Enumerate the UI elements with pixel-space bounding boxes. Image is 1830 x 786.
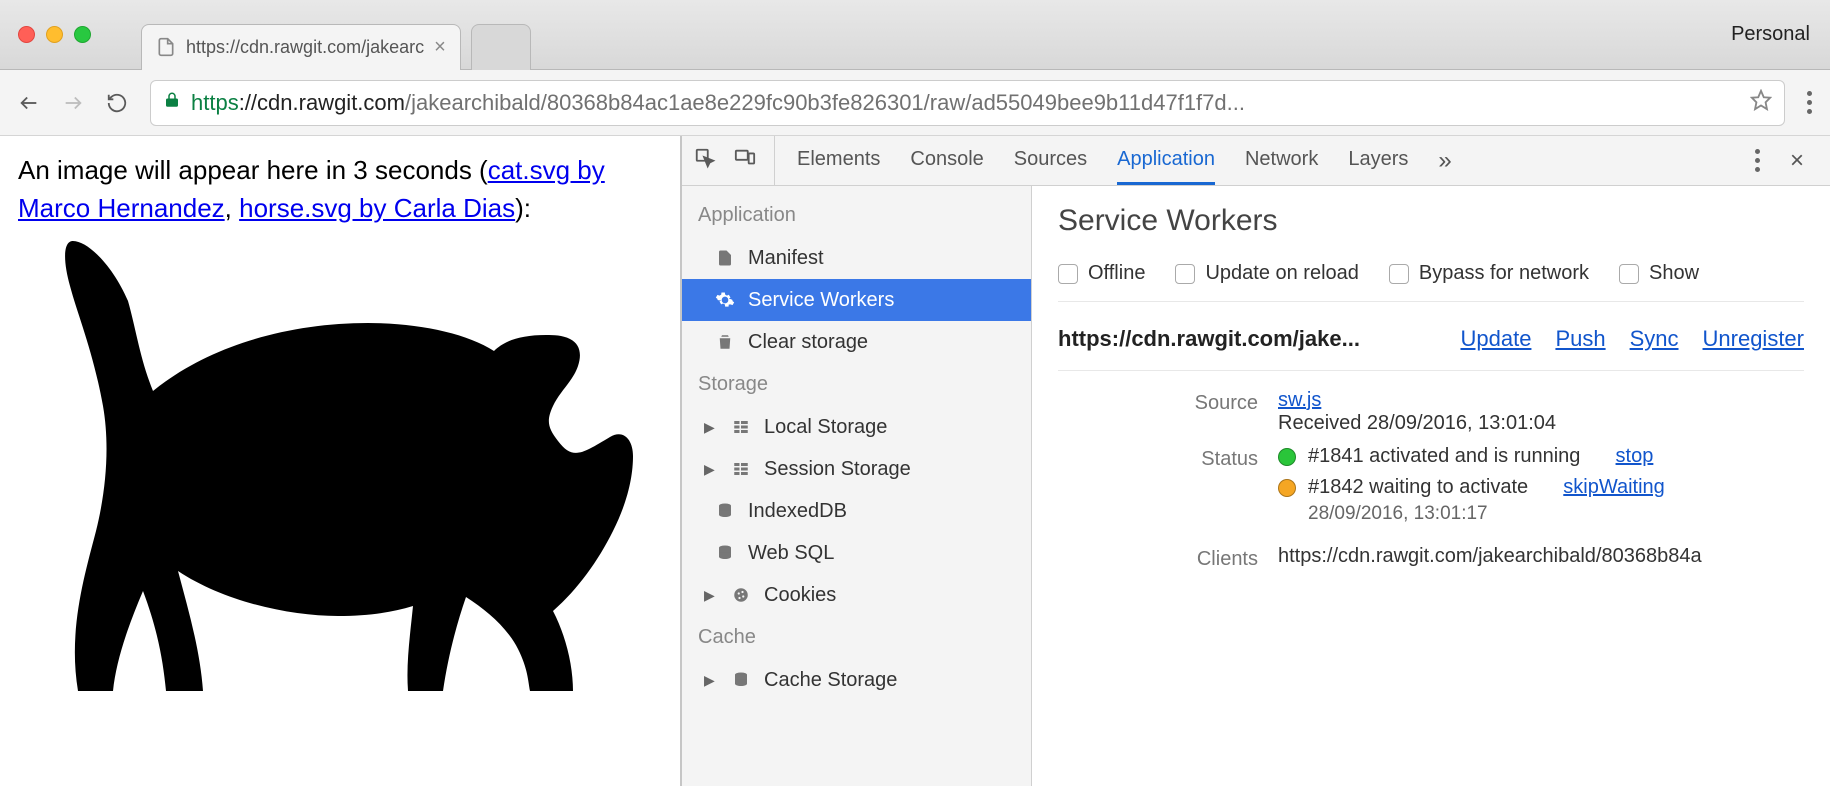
tab-sources[interactable]: Sources	[1014, 136, 1087, 185]
database-icon	[714, 544, 736, 562]
source-received: Received 28/09/2016, 13:01:04	[1278, 412, 1556, 434]
address-bar[interactable]: https://cdn.rawgit.com/jakearchibald/803…	[150, 80, 1785, 126]
sidebar-item-service-workers[interactable]: Service Workers	[682, 279, 1031, 321]
service-workers-panel: Service Workers Offline Update on reload…	[1032, 186, 1830, 786]
bypass-for-network-checkbox[interactable]: Bypass for network	[1389, 262, 1589, 285]
database-icon	[714, 502, 736, 520]
source-label: Source	[1058, 389, 1258, 415]
devtools-menu-button[interactable]	[1755, 149, 1760, 172]
manifest-icon	[714, 249, 736, 267]
page-content: An image will appear here in 3 seconds (…	[0, 136, 680, 786]
sidebar-item-websql[interactable]: Web SQL	[682, 532, 1031, 574]
sw-actions: Update Push Sync Unregister	[1460, 326, 1804, 352]
gear-icon	[714, 290, 736, 310]
chevron-right-icon: ▶	[704, 419, 718, 436]
intro-text: An image will appear here in 3 seconds (	[18, 155, 488, 185]
devtools-tabs: Elements Console Sources Application Net…	[775, 136, 1741, 185]
window-titlebar: https://cdn.rawgit.com/jakearc × Persona…	[0, 0, 1830, 70]
update-on-reload-checkbox[interactable]: Update on reload	[1175, 262, 1358, 285]
update-link[interactable]: Update	[1460, 326, 1531, 352]
sidebar-item-local-storage[interactable]: ▶ Local Storage	[682, 406, 1031, 448]
browser-toolbar: https://cdn.rawgit.com/jakearchibald/803…	[0, 70, 1830, 136]
sidebar-section-application: Application	[682, 194, 1031, 237]
sidebar-section-cache: Cache	[682, 616, 1031, 659]
offline-checkbox[interactable]: Offline	[1058, 262, 1145, 285]
back-button[interactable]	[18, 92, 40, 114]
tab-application[interactable]: Application	[1117, 136, 1215, 185]
tabs-overflow-icon[interactable]: »	[1438, 147, 1451, 175]
devtools-body: Application Manifest Service Workers Cle…	[682, 186, 1830, 786]
sidebar-item-cookies[interactable]: ▶ Cookies	[682, 574, 1031, 616]
maximize-window-button[interactable]	[74, 26, 91, 43]
close-window-button[interactable]	[18, 26, 35, 43]
sidebar-item-indexeddb[interactable]: IndexedDB	[682, 490, 1031, 532]
tab-console[interactable]: Console	[910, 136, 983, 185]
browser-menu-button[interactable]	[1807, 91, 1812, 114]
skipwaiting-link[interactable]: skipWaiting	[1563, 476, 1665, 499]
cat-image	[18, 231, 638, 731]
chevron-right-icon: ▶	[704, 461, 718, 478]
sidebar-item-manifest[interactable]: Manifest	[682, 237, 1031, 279]
new-tab-button[interactable]	[471, 24, 531, 70]
status-line-waiting: #1842 waiting to activate skipWaiting	[1278, 476, 1804, 499]
push-link[interactable]: Push	[1555, 326, 1605, 352]
main-area: An image will appear here in 3 seconds (…	[0, 136, 1830, 786]
inspect-element-icon[interactable]	[694, 147, 716, 174]
source-link[interactable]: sw.js	[1278, 389, 1321, 411]
sidebar-section-storage: Storage	[682, 363, 1031, 406]
tab-title: https://cdn.rawgit.com/jakearc	[186, 37, 424, 58]
sw-scope: https://cdn.rawgit.com/jake...	[1058, 326, 1460, 352]
clients-value: https://cdn.rawgit.com/jakearchibald/803…	[1278, 545, 1804, 568]
close-tab-icon[interactable]: ×	[434, 36, 446, 59]
status-active-text: #1841 activated and is running	[1308, 445, 1580, 468]
traffic-lights	[18, 26, 91, 43]
lock-icon	[163, 91, 181, 114]
browser-tabs: https://cdn.rawgit.com/jakearc ×	[141, 0, 531, 70]
cookie-icon	[730, 586, 752, 604]
status-dot-orange-icon	[1278, 479, 1296, 497]
device-toggle-icon[interactable]	[734, 147, 756, 174]
unregister-link[interactable]: Unregister	[1703, 326, 1804, 352]
devtools-close-button[interactable]: ×	[1790, 147, 1804, 175]
url-text: https://cdn.rawgit.com/jakearchibald/803…	[191, 90, 1740, 116]
sw-details: Source sw.js Received 28/09/2016, 13:01:…	[1058, 371, 1804, 571]
profile-label[interactable]: Personal	[1731, 23, 1810, 46]
sidebar-item-session-storage[interactable]: ▶ Session Storage	[682, 448, 1031, 490]
panel-options-row: Offline Update on reload Bypass for netw…	[1058, 252, 1804, 302]
grid-icon	[730, 418, 752, 436]
minimize-window-button[interactable]	[46, 26, 63, 43]
database-icon	[730, 671, 752, 689]
sidebar-item-clear-storage[interactable]: Clear storage	[682, 321, 1031, 363]
devtools-tabbar: Elements Console Sources Application Net…	[682, 136, 1830, 186]
grid-icon	[730, 460, 752, 478]
trash-icon	[714, 333, 736, 351]
chevron-right-icon: ▶	[704, 587, 718, 604]
panel-title: Service Workers	[1058, 204, 1804, 238]
tab-elements[interactable]: Elements	[797, 136, 880, 185]
bookmark-star-icon[interactable]	[1750, 89, 1772, 116]
devtools-sidebar: Application Manifest Service Workers Cle…	[682, 186, 1032, 786]
status-dot-green-icon	[1278, 448, 1296, 466]
sync-link[interactable]: Sync	[1630, 326, 1679, 352]
status-line-active: #1841 activated and is running stop	[1278, 445, 1804, 468]
clients-label: Clients	[1058, 545, 1258, 571]
show-checkbox[interactable]: Show	[1619, 262, 1699, 285]
reload-button[interactable]	[106, 92, 128, 114]
devtools: Elements Console Sources Application Net…	[680, 136, 1830, 786]
browser-tab-active[interactable]: https://cdn.rawgit.com/jakearc ×	[141, 24, 461, 70]
tab-network[interactable]: Network	[1245, 136, 1318, 185]
status-waiting-text: #1842 waiting to activate	[1308, 476, 1528, 499]
horse-svg-link[interactable]: horse.svg by Carla Dias	[239, 193, 515, 223]
status-waiting-time: 28/09/2016, 13:01:17	[1308, 503, 1804, 525]
tab-layers[interactable]: Layers	[1348, 136, 1408, 185]
status-label: Status	[1058, 445, 1258, 471]
file-icon	[156, 37, 176, 57]
forward-button[interactable]	[62, 92, 84, 114]
chevron-right-icon: ▶	[704, 672, 718, 689]
sw-scope-row: https://cdn.rawgit.com/jake... Update Pu…	[1058, 302, 1804, 371]
stop-link[interactable]: stop	[1616, 445, 1654, 468]
sidebar-item-cache-storage[interactable]: ▶ Cache Storage	[682, 659, 1031, 701]
